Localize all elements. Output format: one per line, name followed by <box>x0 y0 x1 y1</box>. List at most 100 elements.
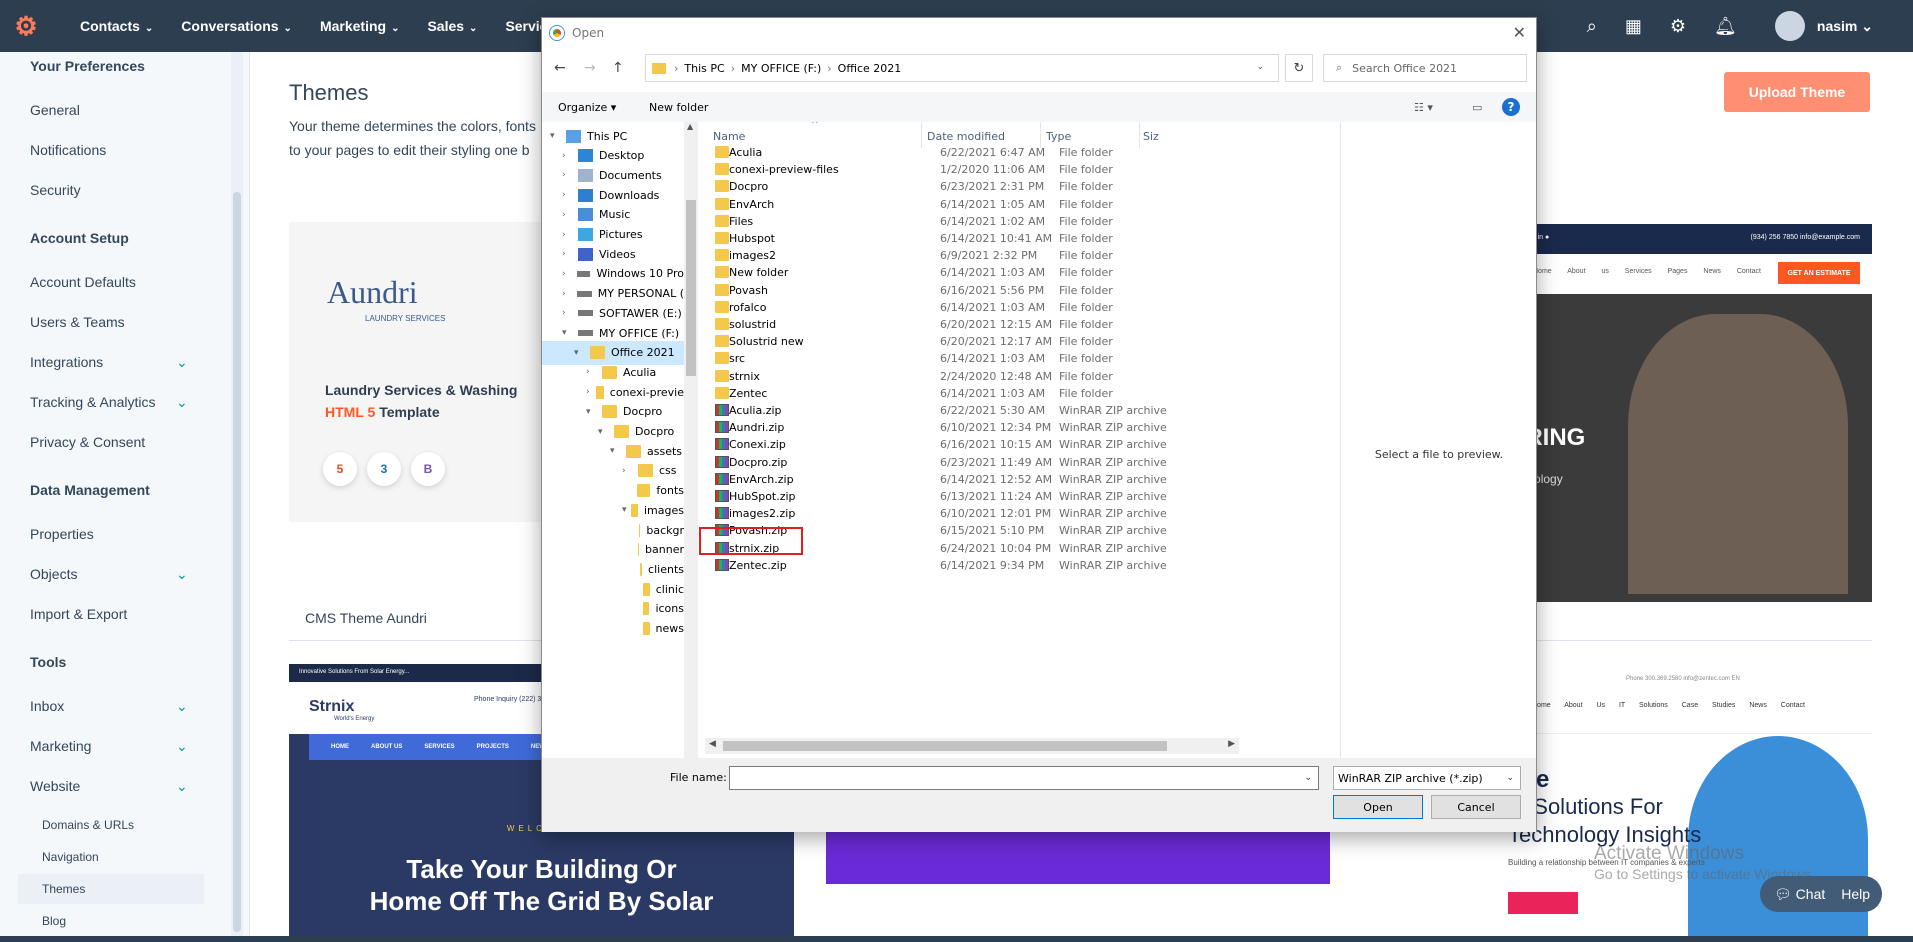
chevron-down-icon[interactable]: ⌄ <box>176 566 188 583</box>
file-type: File folder <box>1059 283 1113 297</box>
chevron-right-icon[interactable]: › <box>586 367 598 377</box>
chevron-right-icon[interactable]: › <box>562 308 574 318</box>
sidebar-item-users-teams[interactable]: Users & Teams <box>30 314 125 330</box>
back-arrow-icon[interactable]: ← <box>554 60 566 76</box>
chevron-down-icon[interactable]: ⌄ <box>176 778 188 795</box>
sidebar-item-import-export[interactable]: Import & Export <box>30 606 127 622</box>
nav-marketing[interactable]: Marketing ⌄ <box>320 18 400 34</box>
chat-help-widget[interactable]: 💬︎ Chat Help <box>1760 876 1882 912</box>
sidebar-subitem-themes[interactable]: Themes <box>42 882 85 896</box>
chevron-down-icon[interactable]: ⌄ <box>176 738 188 755</box>
folder-icon <box>602 405 617 419</box>
bell-icon[interactable]: 🔔︎ <box>1714 16 1737 37</box>
nav-contacts[interactable]: Contacts ⌄ <box>80 18 153 34</box>
account-menu[interactable]: nasim ⌄ <box>1817 18 1873 35</box>
chevron-down-icon[interactable]: ⌄ <box>1256 62 1264 72</box>
chevron-right-icon[interactable]: › <box>586 387 592 397</box>
chevron-down-icon[interactable]: ▾ <box>550 131 562 141</box>
breadcrumb-item[interactable]: Office 2021 <box>838 62 902 75</box>
sidebar-item-marketing[interactable]: Marketing <box>30 738 91 754</box>
refresh-icon[interactable]: ↻ <box>1285 54 1313 82</box>
sidebar-item-privacy[interactable]: Privacy & Consent <box>30 434 145 450</box>
chevron-down-icon[interactable]: ▾ <box>622 505 627 515</box>
search-icon[interactable]: ⌕ <box>1587 16 1597 37</box>
sidebar-item-security[interactable]: Security <box>30 182 81 198</box>
nav-sales[interactable]: Sales ⌄ <box>427 18 477 34</box>
close-icon[interactable]: ✕ <box>1513 23 1526 42</box>
search-input[interactable]: ⌕ Search Office 2021 <box>1323 54 1527 82</box>
file-name-input[interactable]: ⌄ <box>729 766 1319 790</box>
sidebar-subitem-blog[interactable]: Blog <box>42 914 66 928</box>
preview-pane-icon[interactable]: ▭ <box>1472 101 1482 114</box>
up-arrow-icon[interactable]: ↑ <box>612 60 624 76</box>
chevron-down-icon[interactable]: ▾ <box>562 328 574 338</box>
avatar[interactable] <box>1774 11 1805 41</box>
sidebar-scrollbar[interactable] <box>231 52 243 942</box>
tree-scrollbar[interactable]: ▲ ▼ <box>684 122 698 772</box>
new-folder-button[interactable]: New folder <box>649 101 708 114</box>
winrar-zip-icon <box>715 438 729 451</box>
chevron-down-icon[interactable]: ⌄ <box>1304 773 1312 783</box>
chevron-right-icon[interactable]: › <box>562 210 574 220</box>
chevron-down-icon[interactable]: ▾ <box>586 407 598 417</box>
file-type: WinRAR ZIP archive <box>1059 541 1167 555</box>
open-button[interactable]: Open <box>1333 795 1423 819</box>
horizontal-scrollbar[interactable]: ◀ ▶ <box>705 738 1239 754</box>
view-options-icon[interactable]: ☷ ▾ <box>1414 101 1433 114</box>
tree-item-label: clients <box>648 562 684 576</box>
scrollbar-thumb[interactable] <box>723 741 1167 751</box>
nav-conversations[interactable]: Conversations ⌄ <box>181 18 292 34</box>
file-date: 6/22/2021 6:47 AM <box>940 146 1046 159</box>
scrollbar-thumb[interactable] <box>686 200 696 376</box>
chevron-down-icon[interactable]: ⌄ <box>176 698 188 715</box>
upload-theme-button[interactable]: Upload Theme <box>1724 72 1870 112</box>
sidebar-subitem-navigation[interactable]: Navigation <box>42 850 99 864</box>
organize-button[interactable]: Organize ▾ <box>558 101 616 114</box>
sidebar-item-properties[interactable]: Properties <box>30 526 94 542</box>
breadcrumb-item[interactable]: This PC <box>684 62 724 75</box>
gear-icon[interactable]: ⚙ <box>1670 16 1686 37</box>
chat-button[interactable]: 💬︎ Chat <box>1774 886 1825 903</box>
scroll-up-icon[interactable]: ▲ <box>687 122 693 131</box>
sidebar-item-general[interactable]: General <box>30 102 80 118</box>
scrollbar-thumb[interactable] <box>233 192 241 932</box>
sidebar-item-notifications[interactable]: Notifications <box>30 142 106 158</box>
help-button[interactable]: Help <box>1841 886 1870 902</box>
chevron-down-icon[interactable]: ▾ <box>574 348 586 358</box>
sidebar-item-integrations[interactable]: Integrations <box>30 354 103 370</box>
hubspot-logo-icon[interactable]: ⚙ <box>0 0 52 52</box>
chevron-right-icon[interactable]: › <box>562 249 574 259</box>
sidebar-item-inbox[interactable]: Inbox <box>30 698 64 714</box>
address-bar[interactable]: › This PC › MY OFFICE (F:) › Office 2021… <box>645 54 1279 82</box>
chevron-right-icon[interactable]: › <box>562 269 573 279</box>
sidebar-item-website[interactable]: Website <box>30 778 80 794</box>
chevron-right-icon[interactable]: › <box>562 151 574 161</box>
chevron-down-icon[interactable]: ⌄ <box>176 394 188 411</box>
sidebar-subitem-domains[interactable]: Domains & URLs <box>42 818 134 832</box>
dialog-titlebar[interactable]: Open ✕ <box>542 18 1536 48</box>
marketplace-icon[interactable]: ▦ <box>1625 16 1642 37</box>
scroll-left-icon[interactable]: ◀ <box>709 739 716 749</box>
chevron-right-icon[interactable]: › <box>562 230 574 240</box>
chevron-down-icon[interactable]: ▾ <box>610 446 622 456</box>
chevron-down-icon[interactable]: ▾ <box>598 427 610 437</box>
theme-card-construction[interactable]: G+ ♥ in ● (934) 256 7850 info@example.co… <box>1508 224 1872 602</box>
sidebar-item-tracking[interactable]: Tracking & Analytics <box>30 394 156 410</box>
cancel-button[interactable]: Cancel <box>1431 795 1521 819</box>
chevron-right-icon[interactable]: › <box>562 289 573 299</box>
file-type-select[interactable]: WinRAR ZIP archive (*.zip) ⌄ <box>1333 766 1521 790</box>
chevron-right-icon[interactable]: › <box>622 466 634 476</box>
chevron-right-icon[interactable]: › <box>562 190 574 200</box>
file-date: 6/16/2021 5:56 PM <box>940 283 1045 297</box>
forward-arrow-icon[interactable]: → <box>584 60 596 76</box>
breadcrumb-item[interactable]: MY OFFICE (F:) <box>741 62 821 75</box>
sidebar-item-account-defaults[interactable]: Account Defaults <box>30 274 136 290</box>
scroll-right-icon[interactable]: ▶ <box>1228 739 1235 749</box>
file-row[interactable]: Zentec.zip 6/14/2021 9:34 PM WinRAR ZIP ar… <box>705 555 1335 576</box>
chevron-right-icon[interactable]: › <box>562 170 574 180</box>
help-icon[interactable]: ? <box>1502 98 1520 116</box>
chevron-down-icon[interactable]: ⌄ <box>176 354 188 371</box>
sidebar-item-objects[interactable]: Objects <box>30 566 77 582</box>
strnix-hero-line: Home Off The Grid By Solar <box>369 886 714 916</box>
tree-item[interactable]: news <box>542 617 684 641</box>
